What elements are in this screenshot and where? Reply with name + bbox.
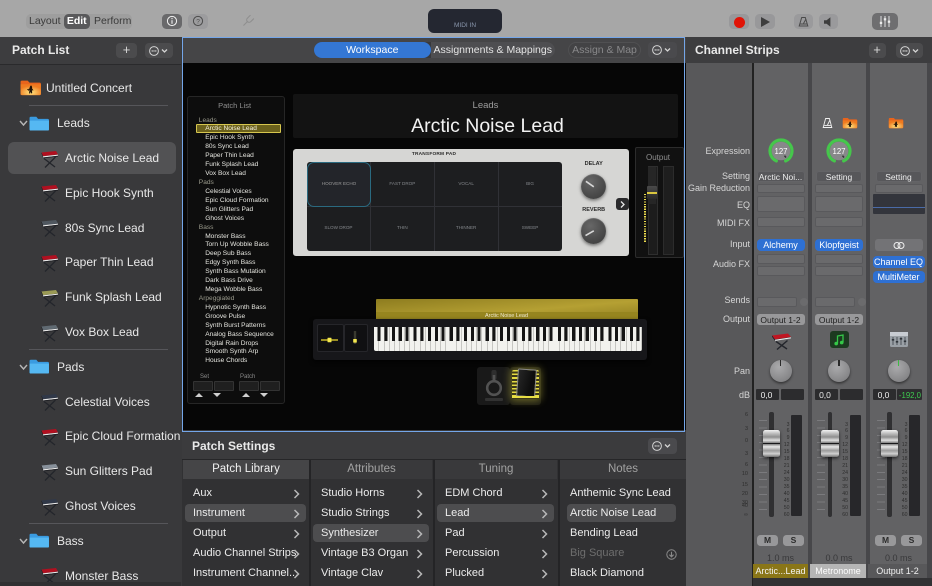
svg-text:127: 127 <box>832 147 845 156</box>
svg-text:?: ? <box>196 18 200 25</box>
svg-text:127: 127 <box>774 147 787 156</box>
